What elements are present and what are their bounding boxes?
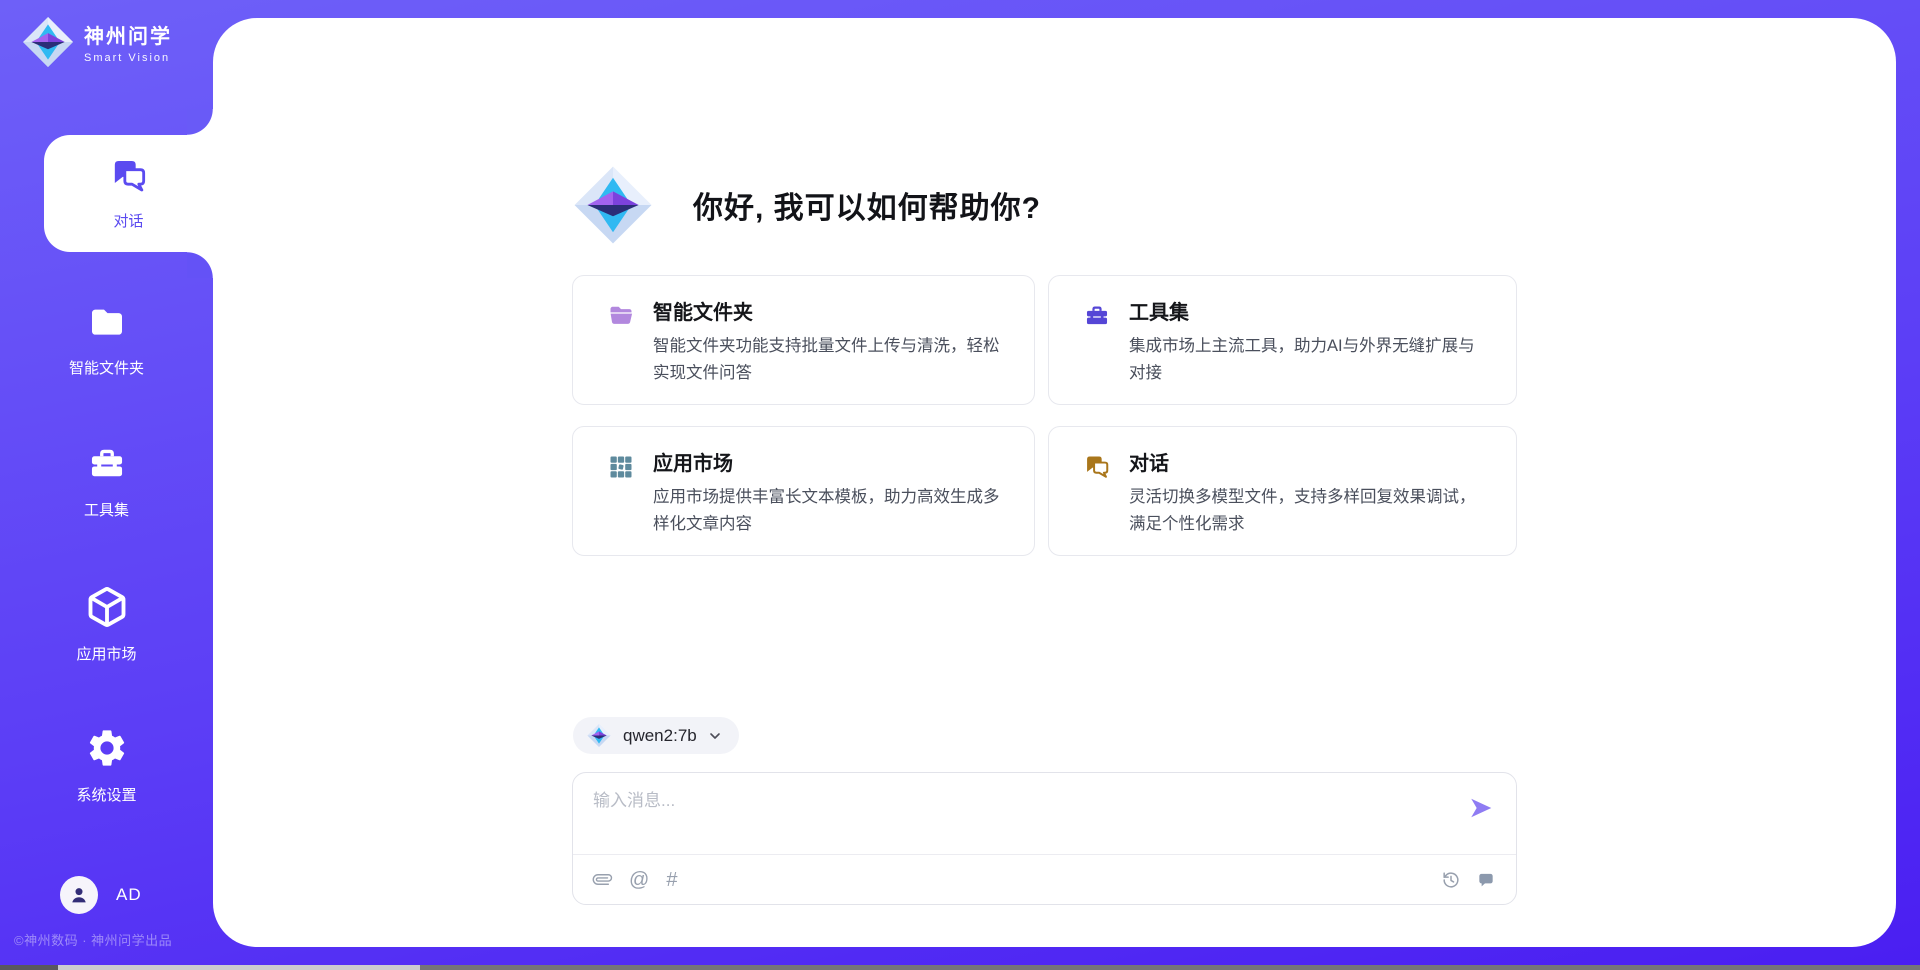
card-description: 灵活切换多模型文件，支持多样回复效果调试，满足个性化需求 bbox=[1129, 484, 1490, 537]
folder-icon bbox=[85, 303, 129, 348]
sidebar: 神州问学 Smart Vision 对话 智能文件夹 bbox=[0, 0, 213, 970]
scrollbar-corner bbox=[0, 965, 58, 970]
composer-toolbar-left: @ # bbox=[593, 870, 677, 890]
message-composer: @ # bbox=[572, 772, 1517, 905]
card-body: 工具集 集成市场上主流工具，助力AI与外界无缝扩展与对接 bbox=[1129, 300, 1490, 404]
gear-icon bbox=[85, 726, 129, 775]
sidebar-item-settings[interactable]: 系统设置 bbox=[0, 726, 213, 805]
at-icon: @ bbox=[629, 870, 649, 890]
sidebar-item-label: 工具集 bbox=[84, 499, 129, 520]
card-title: 工具集 bbox=[1129, 300, 1490, 326]
card-description: 应用市场提供丰富长文本模板，助力高效生成多样化文章内容 bbox=[653, 484, 1008, 537]
folder-icon bbox=[607, 300, 637, 404]
history-button[interactable] bbox=[1441, 870, 1461, 890]
model-selector[interactable]: qwen2:7b bbox=[573, 717, 739, 754]
hashtag-icon: # bbox=[666, 870, 677, 890]
brand-name: 神州问学 bbox=[84, 20, 172, 49]
person-icon bbox=[67, 883, 91, 907]
toolbox-icon bbox=[1083, 300, 1113, 404]
sidebar-item-app-market[interactable]: 应用市场 bbox=[0, 585, 213, 664]
card-body: 对话 灵活切换多模型文件，支持多样回复效果调试，满足个性化需求 bbox=[1129, 451, 1490, 555]
sidebar-item-chat[interactable]: 对话 bbox=[44, 135, 213, 252]
sidebar-item-label: 智能文件夹 bbox=[69, 357, 144, 378]
card-app-market[interactable]: 应用市场 应用市场提供丰富长文本模板，助力高效生成多样化文章内容 bbox=[572, 426, 1035, 556]
brand-text: 神州问学 Smart Vision bbox=[84, 20, 172, 64]
card-body: 应用市场 应用市场提供丰富长文本模板，助力高效生成多样化文章内容 bbox=[653, 451, 1008, 555]
card-body: 智能文件夹 智能文件夹功能支持批量文件上传与清洗，轻松实现文件问答 bbox=[653, 300, 1008, 404]
card-title: 应用市场 bbox=[653, 451, 1008, 477]
model-name: qwen2:7b bbox=[623, 726, 697, 746]
paperclip-icon bbox=[589, 866, 616, 893]
brand: 神州问学 Smart Vision bbox=[22, 16, 172, 68]
history-icon bbox=[1441, 870, 1461, 890]
feature-cards: 智能文件夹 智能文件夹功能支持批量文件上传与清洗，轻松实现文件问答 工具集 集成… bbox=[572, 275, 1517, 556]
chat-icon bbox=[108, 156, 150, 201]
composer-toolbar: @ # bbox=[573, 854, 1516, 904]
send-icon bbox=[1468, 795, 1494, 821]
grid-icon bbox=[607, 451, 637, 555]
card-chat[interactable]: 对话 灵活切换多模型文件，支持多样回复效果调试，满足个性化需求 bbox=[1048, 426, 1517, 556]
sidebar-item-label: 对话 bbox=[113, 210, 143, 231]
sidebar-item-label: 应用市场 bbox=[76, 643, 136, 664]
chevron-down-icon bbox=[707, 728, 723, 744]
greeting-logo-icon bbox=[573, 163, 653, 247]
message-input[interactable] bbox=[593, 786, 1443, 848]
card-toolbox[interactable]: 工具集 集成市场上主流工具，助力AI与外界无缝扩展与对接 bbox=[1048, 275, 1517, 405]
avatar bbox=[60, 876, 98, 914]
sidebar-item-toolbox[interactable]: 工具集 bbox=[0, 443, 213, 520]
card-title: 对话 bbox=[1129, 451, 1490, 477]
chat-icon bbox=[1083, 451, 1113, 555]
card-smart-folder[interactable]: 智能文件夹 智能文件夹功能支持批量文件上传与清洗，轻松实现文件问答 bbox=[572, 275, 1035, 405]
user-profile[interactable]: AD bbox=[60, 876, 142, 914]
sidebar-item-label: 系统设置 bbox=[76, 784, 136, 805]
card-description: 智能文件夹功能支持批量文件上传与清洗，轻松实现文件问答 bbox=[653, 333, 1008, 386]
brand-logo-icon bbox=[22, 16, 74, 68]
composer-toolbar-right bbox=[1441, 870, 1496, 890]
card-title: 智能文件夹 bbox=[653, 300, 1008, 326]
chat-bubble-button[interactable] bbox=[1476, 870, 1496, 890]
app-window: 神州问学 Smart Vision 对话 智能文件夹 bbox=[0, 0, 1920, 970]
model-logo-icon bbox=[587, 723, 611, 748]
send-button[interactable] bbox=[1468, 795, 1494, 821]
toolbox-icon bbox=[85, 443, 129, 490]
horizontal-scrollbar bbox=[0, 965, 1920, 970]
attach-button[interactable] bbox=[593, 870, 612, 889]
user-name: AD bbox=[116, 885, 142, 905]
cube-icon bbox=[85, 585, 129, 634]
card-description: 集成市场上主流工具，助力AI与外界无缝扩展与对接 bbox=[1129, 333, 1490, 386]
chat-bubble-icon bbox=[1476, 870, 1496, 890]
sidebar-item-smart-folder[interactable]: 智能文件夹 bbox=[0, 303, 213, 378]
scrollbar-thumb[interactable] bbox=[58, 965, 420, 970]
mention-button[interactable]: @ bbox=[629, 870, 649, 890]
brand-subtitle: Smart Vision bbox=[84, 52, 172, 64]
greeting-title: 你好, 我可以如何帮助你? bbox=[693, 183, 1041, 227]
greeting: 你好, 我可以如何帮助你? bbox=[573, 163, 1041, 247]
sidebar-footer-credit: ©神州数码 · 神州问学出品 bbox=[14, 930, 214, 949]
hashtag-button[interactable]: # bbox=[666, 870, 677, 890]
